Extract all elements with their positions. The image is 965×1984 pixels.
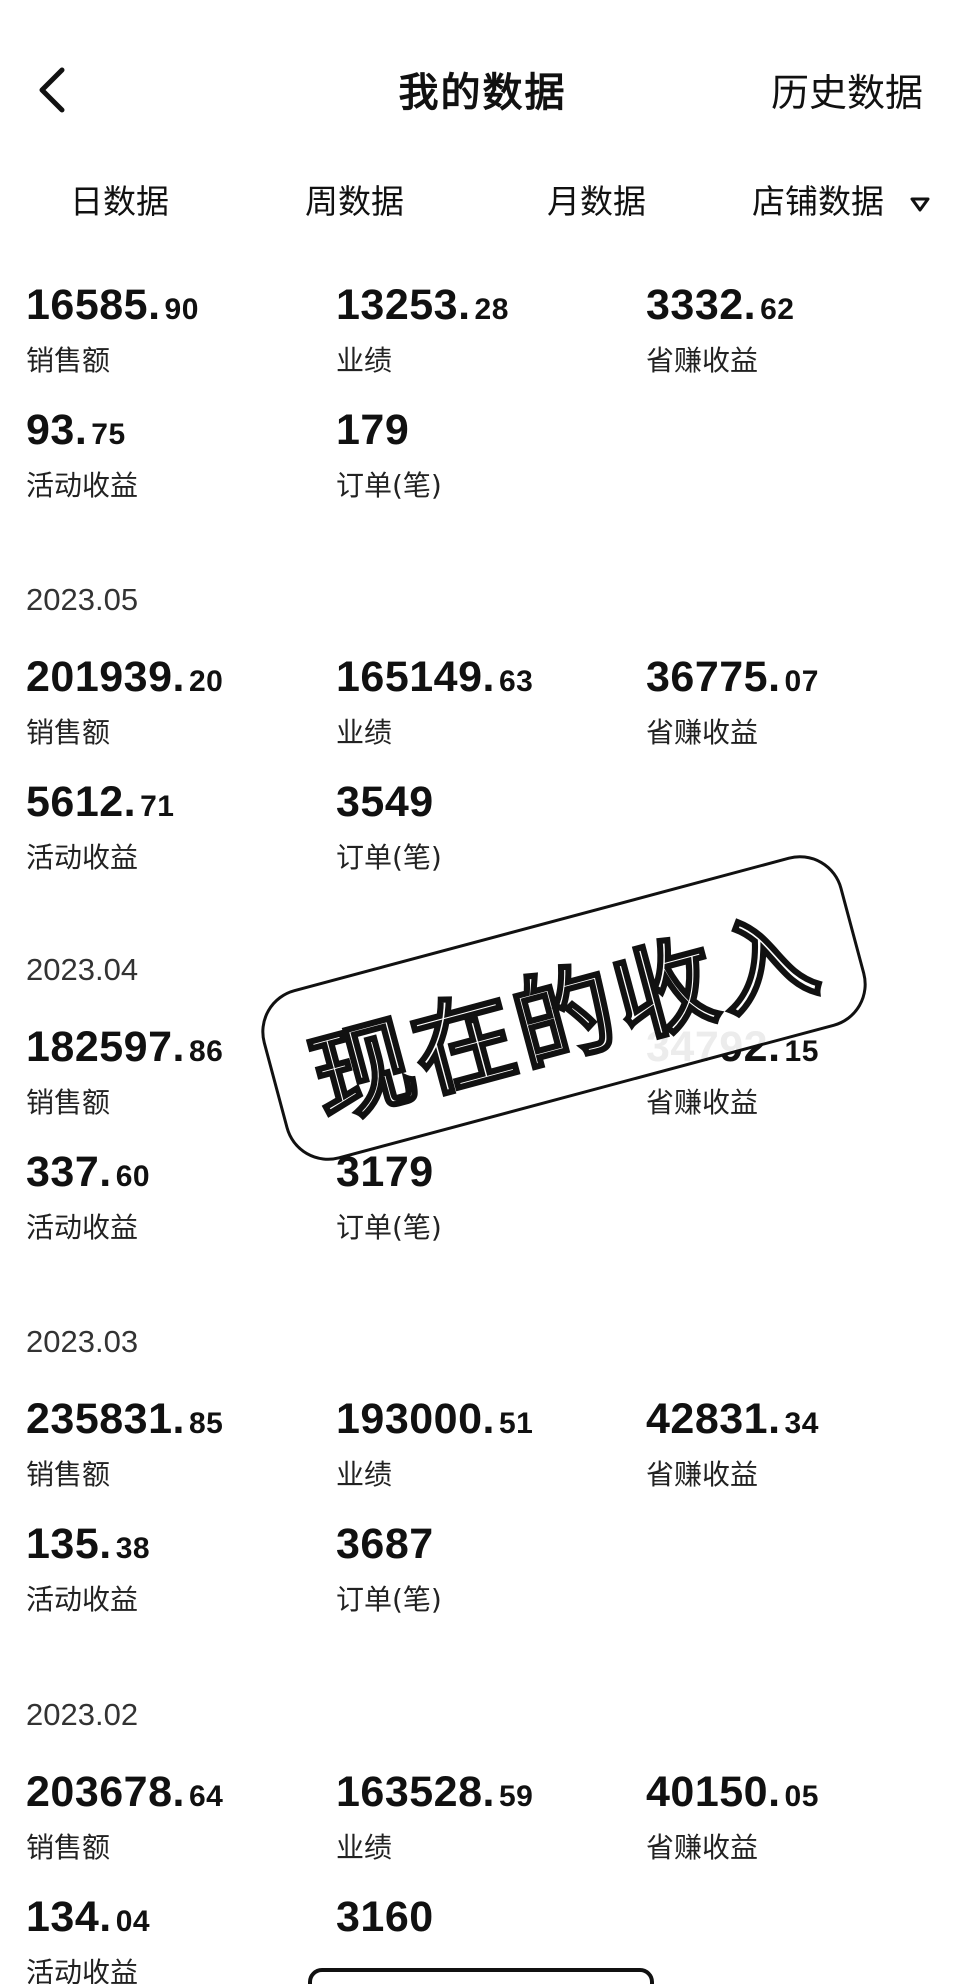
metric-label: 省赚收益: [646, 1458, 759, 1491]
metric-value: 3549: [336, 778, 434, 826]
month-section: 2023.03 235831. 85 销售额 193000. 51 业绩 42831…: [0, 1324, 965, 1624]
metric-orders: 179 订单(笔): [336, 405, 636, 504]
metric-label: 销售额: [26, 1831, 111, 1864]
metric-activity: 5612. 71 活动收益: [26, 777, 326, 876]
metric-label: 省赚收益: [646, 716, 759, 749]
bottom-floating-bar: [308, 1968, 654, 1984]
metric-label: 业绩: [336, 716, 393, 749]
metric-savings: 3332. 62 省赚收益: [646, 280, 946, 379]
metric-value: 36775. 07: [646, 653, 819, 701]
metric-label: 活动收益: [26, 1956, 139, 1984]
tab-daily[interactable]: 日数据: [70, 175, 169, 223]
metric-value: 163528. 59: [336, 1768, 534, 1816]
metric-value: 193000. 51: [336, 1395, 534, 1443]
metric-performance: 193000. 51 业绩: [336, 1394, 636, 1493]
metric-sales: 203678. 64 销售额: [26, 1767, 326, 1866]
metric-label: 订单(笔): [336, 1211, 442, 1244]
month-label: 2023.04: [26, 952, 139, 987]
metric-activity: 134. 04 活动收益: [26, 1892, 326, 1984]
history-data-button[interactable]: 历史数据: [771, 62, 923, 117]
caret-down-icon[interactable]: [909, 195, 931, 213]
metric-value: 134. 04: [26, 1893, 151, 1941]
metric-label: 销售额: [26, 344, 111, 377]
metric-performance: 165149. 63 业绩: [336, 652, 636, 751]
metric-value: 3160: [336, 1893, 434, 1941]
metric-value: 165149. 63: [336, 653, 534, 701]
tab-store-label: 店铺数据: [752, 182, 884, 221]
metric-sales: 201939. 20 销售额: [26, 652, 326, 751]
metric-value: 16585. 90: [26, 281, 199, 329]
metric-sales: 16585. 90 销售额: [26, 280, 326, 379]
metric-savings: 36775. 07 省赚收益: [646, 652, 946, 751]
metric-value: 40150. 05: [646, 1768, 819, 1816]
metric-orders: 3179 订单(笔): [336, 1147, 636, 1246]
metric-performance: 163528. 59 业绩: [336, 1767, 636, 1866]
metric-label: 省赚收益: [646, 344, 759, 377]
metric-orders: 3549 订单(笔): [336, 777, 636, 876]
tab-monthly[interactable]: 月数据: [547, 175, 646, 223]
metric-savings: 40150. 05 省赚收益: [646, 1767, 946, 1866]
metric-label: 订单(笔): [336, 841, 442, 874]
metric-label: 活动收益: [26, 1211, 139, 1244]
tab-bar: 日数据 周数据 月数据 店铺数据: [0, 175, 965, 235]
metric-label: 销售额: [26, 716, 111, 749]
metric-sales: 235831. 85 销售额: [26, 1394, 326, 1493]
metric-value: 5612. 71: [26, 778, 175, 826]
metric-value: 179: [336, 406, 410, 454]
metric-value: 42831. 34: [646, 1395, 819, 1443]
metric-value: 3687: [336, 1520, 434, 1568]
metric-savings: 42831. 34 省赚收益: [646, 1394, 946, 1493]
metric-label: 省赚收益: [646, 1086, 759, 1119]
tab-store[interactable]: 店铺数据: [752, 175, 931, 223]
metric-label: 省赚收益: [646, 1831, 759, 1864]
metric-label: 业绩: [336, 344, 393, 377]
metric-performance: 13253. 28 业绩: [336, 280, 636, 379]
metric-value: 13253. 28: [336, 281, 509, 329]
metric-value: 3179: [336, 1148, 434, 1196]
metric-label: 订单(笔): [336, 1583, 442, 1616]
month-label: 2023.05: [26, 582, 139, 617]
metric-label: 业绩: [336, 1831, 393, 1864]
today-section: 16585. 90 销售额 13253. 28 业绩 3332. 62 省赚收益 93…: [0, 280, 965, 520]
metric-value: 93. 75: [26, 406, 126, 454]
metric-value: 235831. 85: [26, 1395, 224, 1443]
metric-activity: 93. 75 活动收益: [26, 405, 326, 504]
month-label: 2023.02: [26, 1697, 139, 1732]
metric-activity: 337. 60 活动收益: [26, 1147, 326, 1246]
metric-activity: 135. 38 活动收益: [26, 1519, 326, 1618]
month-section: 2023.05 201939. 20 销售额 165149. 63 业绩 36775…: [0, 582, 965, 882]
metric-orders: 3160: [336, 1892, 636, 1951]
metric-label: 活动收益: [26, 1583, 139, 1616]
metric-orders: 3687 订单(笔): [336, 1519, 636, 1618]
metric-value: 203678. 64: [26, 1768, 224, 1816]
month-section: 2023.02 203678. 64 销售额 163528. 59 业绩 40150…: [0, 1697, 965, 1984]
metric-value: 3332. 62: [646, 281, 795, 329]
metric-label: 订单(笔): [336, 469, 442, 502]
month-label: 2023.03: [26, 1324, 139, 1359]
metric-label: 销售额: [26, 1458, 111, 1491]
tab-weekly[interactable]: 周数据: [305, 175, 404, 223]
metric-label: 活动收益: [26, 469, 139, 502]
metric-value: 135. 38: [26, 1520, 151, 1568]
metric-value: 201939. 20: [26, 653, 224, 701]
metric-value: 337. 60: [26, 1148, 151, 1196]
metric-label: 活动收益: [26, 841, 139, 874]
header: 我的数据 历史数据: [0, 0, 965, 180]
metric-label: 业绩: [336, 1458, 393, 1491]
